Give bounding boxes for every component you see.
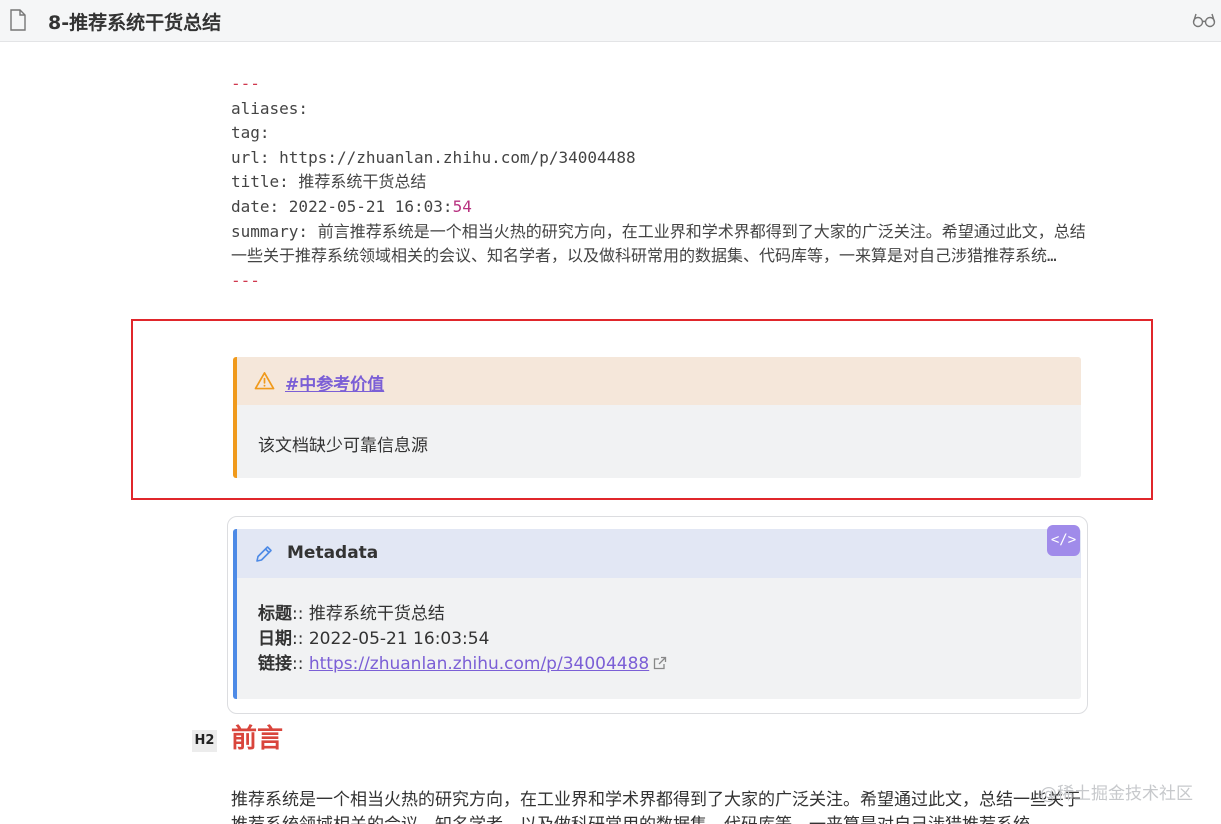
edit-source-button[interactable]: </> bbox=[1047, 525, 1080, 556]
external-link[interactable]: https://zhuanlan.zhihu.com/p/34004488 bbox=[309, 654, 649, 674]
metadata-separator: :: bbox=[292, 604, 309, 624]
metadata-key: 日期 bbox=[258, 629, 292, 649]
frontmatter-tag: tag: bbox=[231, 123, 270, 143]
title-bar: 8-推荐系统干货总结 bbox=[0, 0, 1221, 42]
metadata-key: 链接 bbox=[258, 654, 292, 674]
frontmatter-title: title: 推荐系统干货总结 bbox=[231, 172, 427, 192]
glasses-icon[interactable] bbox=[1192, 12, 1216, 28]
frontmatter-close-delimiter: --- bbox=[231, 270, 260, 290]
frontmatter-date-prefix: date: 2022-05-21 16:03: bbox=[231, 196, 453, 216]
metadata-row-link: 链接:: https://zhuanlan.zhihu.com/p/340044… bbox=[258, 652, 667, 677]
warning-callout[interactable]: #中参考价值 该文档缺少可靠信息源 bbox=[233, 357, 1081, 478]
watermark: @稀土掘金技术社区 bbox=[1040, 784, 1193, 804]
metadata-row-date: 日期:: 2022-05-21 16:03:54 bbox=[258, 627, 667, 652]
tag-link[interactable]: #中参考价值 bbox=[285, 370, 384, 395]
file-icon bbox=[10, 9, 26, 31]
metadata-separator: :: bbox=[292, 629, 309, 649]
warning-callout-header: #中参考价值 bbox=[237, 357, 1081, 405]
heading-level-badge: H2 bbox=[192, 730, 217, 752]
frontmatter-date-seconds: 54 bbox=[452, 196, 472, 216]
frontmatter-summary: summary: 前言推荐系统是一个相当火热的研究方向，在工业界和学术界都得到了… bbox=[231, 221, 1086, 266]
metadata-rows: 标题:: 推荐系统干货总结 日期:: 2022-05-21 16:03:54 链… bbox=[258, 602, 667, 677]
metadata-callout-title: Metadata bbox=[287, 543, 379, 563]
metadata-callout-header: Metadata bbox=[237, 529, 1081, 578]
section-paragraph: 推荐系统是一个相当火热的研究方向，在工业界和学术界都得到了大家的广泛关注。希望通… bbox=[231, 790, 1081, 824]
metadata-value: 2022-05-21 16:03:54 bbox=[308, 629, 490, 649]
frontmatter-aliases: aliases: bbox=[231, 98, 309, 118]
frontmatter-url: url: https://zhuanlan.zhihu.com/p/340044… bbox=[231, 147, 636, 167]
warning-icon bbox=[254, 372, 275, 390]
section-heading: 前言 bbox=[231, 724, 284, 754]
metadata-separator: :: bbox=[292, 654, 309, 674]
frontmatter-open-delimiter: --- bbox=[231, 74, 260, 93]
metadata-callout[interactable]: Metadata 标题:: 推荐系统干货总结 日期:: 2022-05-21 1… bbox=[233, 529, 1081, 699]
metadata-value: 推荐系统干货总结 bbox=[308, 604, 445, 624]
frontmatter-date: date: 2022-05-21 16:03:54 bbox=[231, 195, 1091, 220]
external-link-icon[interactable] bbox=[653, 656, 667, 670]
warning-callout-body: 该文档缺少可靠信息源 bbox=[258, 436, 428, 456]
metadata-key: 标题 bbox=[258, 604, 292, 624]
metadata-row-title: 标题:: 推荐系统干货总结 bbox=[258, 602, 667, 627]
document-title: 8-推荐系统干货总结 bbox=[48, 12, 222, 34]
pencil-icon bbox=[256, 546, 272, 562]
frontmatter-block[interactable]: --- aliases: tag: url: https://zhuanlan.… bbox=[231, 72, 1091, 293]
